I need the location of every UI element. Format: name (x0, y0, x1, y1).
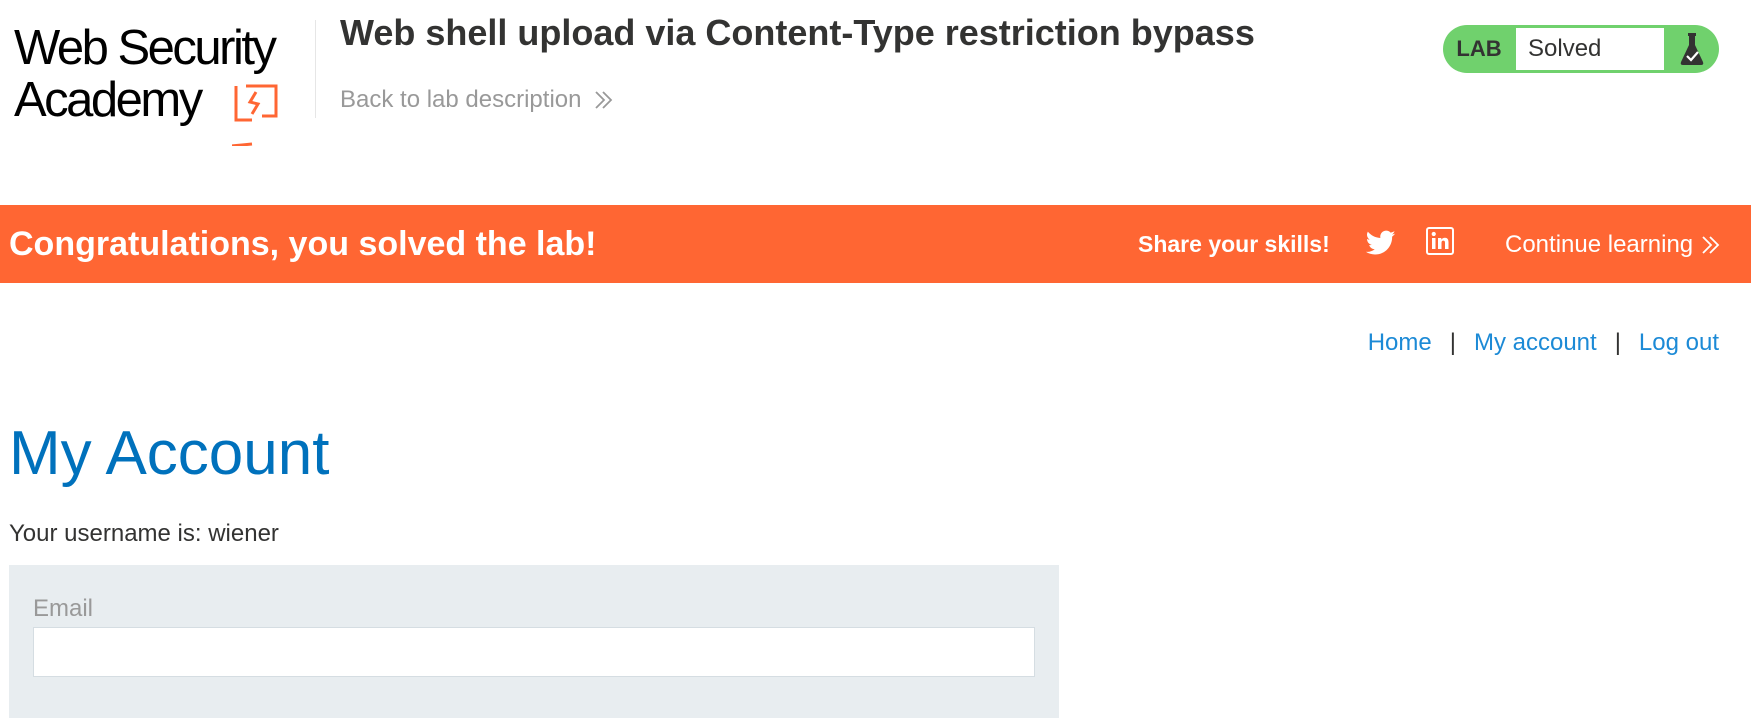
header: Web Security Academy Web shell upload vi… (0, 0, 1751, 205)
page-title: My Account (9, 419, 330, 488)
change-email-form: Email (9, 565, 1059, 718)
nav-home-link[interactable]: Home (1368, 329, 1432, 357)
nav-separator: | (1614, 329, 1621, 356)
linkedin-icon[interactable] (1426, 227, 1454, 255)
share-skills-label: Share your skills! (1138, 231, 1330, 257)
nav-my-account-link[interactable]: My account (1474, 329, 1597, 357)
nav-separator: | (1449, 329, 1456, 356)
account-nav: Home | My account | Log out (1368, 329, 1719, 357)
username-text: Your username is: wiener (9, 520, 279, 547)
twitter-icon[interactable] (1366, 229, 1396, 257)
web-security-academy-logo[interactable]: Web Security Academy (10, 20, 310, 146)
email-field[interactable] (33, 627, 1035, 677)
double-chevron-right-icon (595, 91, 613, 109)
solved-banner: Congratulations, you solved the lab! Sha… (0, 205, 1751, 283)
back-to-lab-description-link[interactable]: Back to lab description (340, 86, 615, 114)
lab-title: Web shell upload via Content-Type restri… (340, 12, 1255, 53)
logo-lightning-icon (232, 84, 278, 146)
logo-text-line1: Web Security (14, 21, 277, 75)
flask-check-icon (1665, 25, 1719, 73)
header-divider (315, 20, 316, 118)
double-chevron-right-icon (1702, 236, 1720, 254)
email-label: Email (33, 595, 94, 622)
logo-text-line2: Academy (14, 73, 203, 127)
lab-status-state: Solved (1515, 27, 1665, 71)
lab-status-label: LAB (1456, 36, 1502, 61)
continue-learning-label: Continue learning (1505, 231, 1694, 258)
back-link-label: Back to lab description (340, 86, 582, 113)
nav-log-out-link[interactable]: Log out (1639, 329, 1719, 357)
continue-learning-link[interactable]: Continue learning (1505, 231, 1721, 259)
lab-status-widget: LAB Solved (1443, 25, 1719, 73)
congratulations-message: Congratulations, you solved the lab! (9, 225, 597, 263)
